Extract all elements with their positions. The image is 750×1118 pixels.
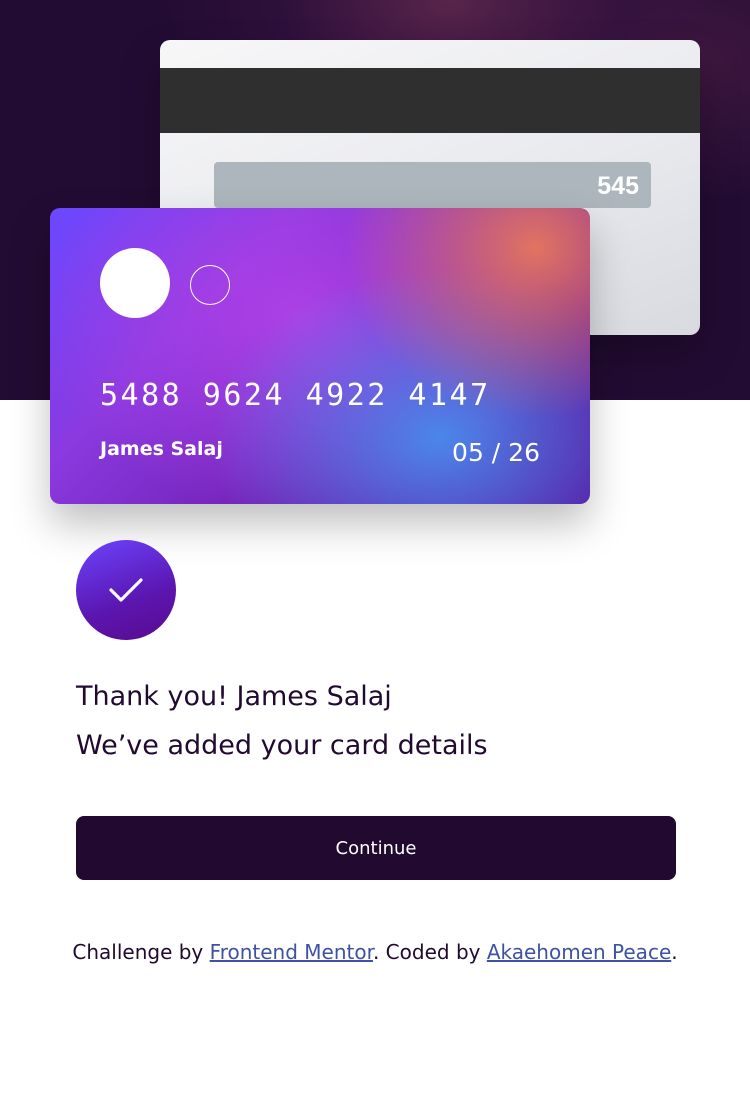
card-cvc: 545 xyxy=(597,172,639,200)
attribution-coded-prefix: . Coded by xyxy=(372,940,487,964)
check-icon xyxy=(109,578,143,602)
card-number: 5488 9624 4922 4147 xyxy=(100,378,491,413)
card-expiry: 05 / 26 xyxy=(452,438,540,467)
success-badge xyxy=(76,540,176,640)
card-added-message: We’ve added your card details xyxy=(76,730,488,761)
continue-button[interactable]: Continue xyxy=(76,816,676,880)
card-holder-name: James Salaj xyxy=(100,438,223,460)
attribution: Challenge by Frontend Mentor. Coded by A… xyxy=(0,940,750,964)
attribution-suffix: . xyxy=(671,940,678,964)
thank-you-heading: Thank you! James Salaj xyxy=(76,681,392,712)
magnetic-stripe xyxy=(160,68,700,133)
card-logo-outline-circle xyxy=(190,265,230,305)
frontend-mentor-link[interactable]: Frontend Mentor xyxy=(210,940,373,964)
attribution-challenge-prefix: Challenge by xyxy=(72,940,210,964)
card-front: 5488 9624 4922 4147 James Salaj 05 / 26 xyxy=(50,208,590,504)
signature-panel: 545 xyxy=(214,162,651,208)
page: 545 5488 9624 4922 4147 James Salaj 05 /… xyxy=(0,0,750,1118)
author-link[interactable]: Akaehomen Peace xyxy=(487,940,671,964)
card-logo-filled-circle xyxy=(100,248,170,318)
